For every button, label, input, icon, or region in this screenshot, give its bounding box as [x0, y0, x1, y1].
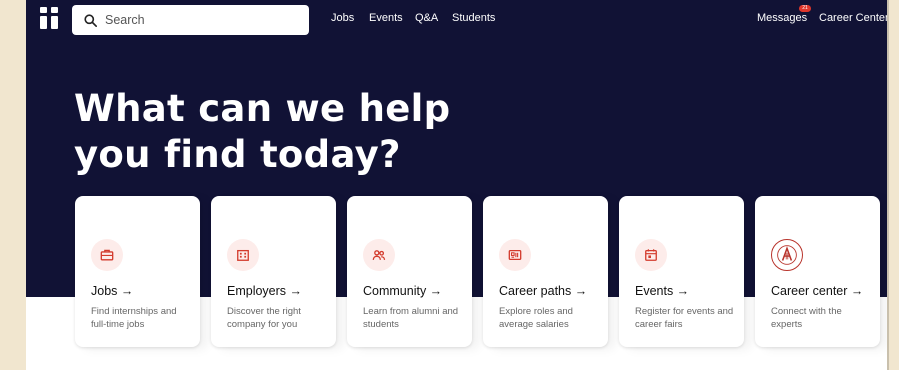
card-community-desc: Learn from alumni and students	[363, 306, 459, 330]
search-input[interactable]	[103, 12, 297, 28]
nav-jobs[interactable]: Jobs	[331, 12, 354, 24]
card-career-paths-title: Career paths →	[499, 284, 588, 298]
nav-career-center[interactable]: Career Center	[819, 12, 887, 24]
nav-messages[interactable]: Messages	[757, 12, 807, 24]
card-career-paths-desc: Explore roles and average salaries	[499, 306, 573, 330]
search-box[interactable]	[72, 5, 309, 35]
building-icon	[227, 239, 259, 271]
card-employers[interactable]: Employers → Discover the right company f…	[211, 196, 336, 347]
people-icon	[363, 239, 395, 271]
nav-students[interactable]: Students	[452, 12, 495, 24]
roles-icon	[499, 239, 531, 271]
calendar-icon	[635, 239, 667, 271]
nav-events[interactable]: Events	[369, 12, 403, 24]
card-community-title: Community →	[363, 284, 443, 298]
page-title-line-1: What can we help	[74, 87, 451, 130]
card-events-desc: Register for events and career fairs	[635, 306, 734, 330]
card-jobs-desc: Find internships and full-time jobs	[91, 306, 177, 330]
app-window: Jobs Events Q&A Students Messages 21 Car…	[26, 0, 889, 370]
messages-badge: 21	[799, 5, 811, 12]
page-title: What can we help you find today?	[74, 86, 514, 178]
card-employers-desc: Discover the right company for you	[227, 306, 301, 330]
handshake-logo-icon[interactable]	[40, 7, 62, 29]
card-career-center-desc: Connect with the experts	[771, 306, 842, 330]
card-jobs-title: Jobs →	[91, 284, 134, 298]
card-jobs[interactable]: Jobs → Find internships and full-time jo…	[75, 196, 200, 347]
page-title-line-2: you find today?	[74, 133, 401, 176]
card-career-center[interactable]: Career center → Connect with the experts	[755, 196, 880, 347]
card-career-center-title: Career center →	[771, 284, 864, 298]
briefcase-icon	[91, 239, 123, 271]
card-events[interactable]: Events → Register for events and career …	[619, 196, 744, 347]
school-seal-icon	[771, 239, 803, 271]
card-career-paths[interactable]: Career paths → Explore roles and average…	[483, 196, 608, 347]
card-events-title: Events →	[635, 284, 690, 298]
card-employers-title: Employers →	[227, 284, 303, 298]
search-icon	[84, 13, 97, 27]
card-community[interactable]: Community → Learn from alumni and studen…	[347, 196, 472, 347]
nav-qa[interactable]: Q&A	[415, 12, 438, 24]
